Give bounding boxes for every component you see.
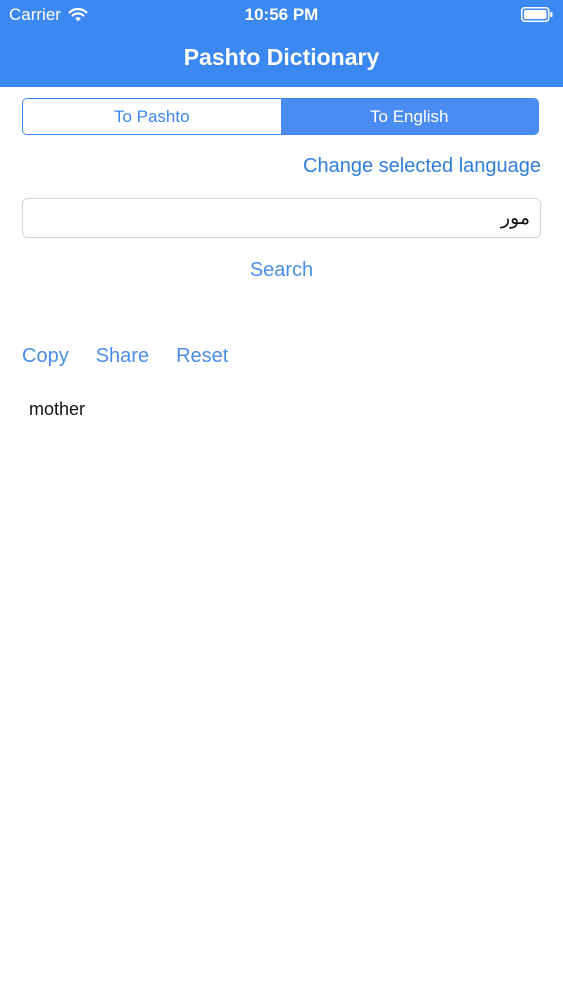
share-button[interactable]: Share — [96, 345, 149, 368]
status-time: 10:56 PM — [244, 5, 319, 24]
battery-icon — [521, 7, 553, 22]
translation-result: mother — [29, 399, 86, 419]
search-button[interactable]: Search — [0, 259, 563, 282]
search-input[interactable] — [22, 198, 541, 238]
change-language-link[interactable]: Change selected language — [303, 155, 541, 178]
segment-to-english[interactable]: To English — [280, 99, 538, 134]
page-title: Pashto Dictionary — [183, 44, 380, 70]
segment-to-pashto[interactable]: To Pashto — [23, 99, 281, 134]
copy-button[interactable]: Copy — [22, 345, 69, 368]
status-bar: Carrier 10:56 PM — [0, 0, 563, 30]
language-direction-toggle: To Pashto To English — [22, 98, 539, 135]
navigation-header: Carrier 10:56 PM Pashto Dictionary — [0, 0, 563, 87]
action-bar: Copy Share Reset — [22, 345, 228, 368]
reset-button[interactable]: Reset — [176, 345, 228, 368]
